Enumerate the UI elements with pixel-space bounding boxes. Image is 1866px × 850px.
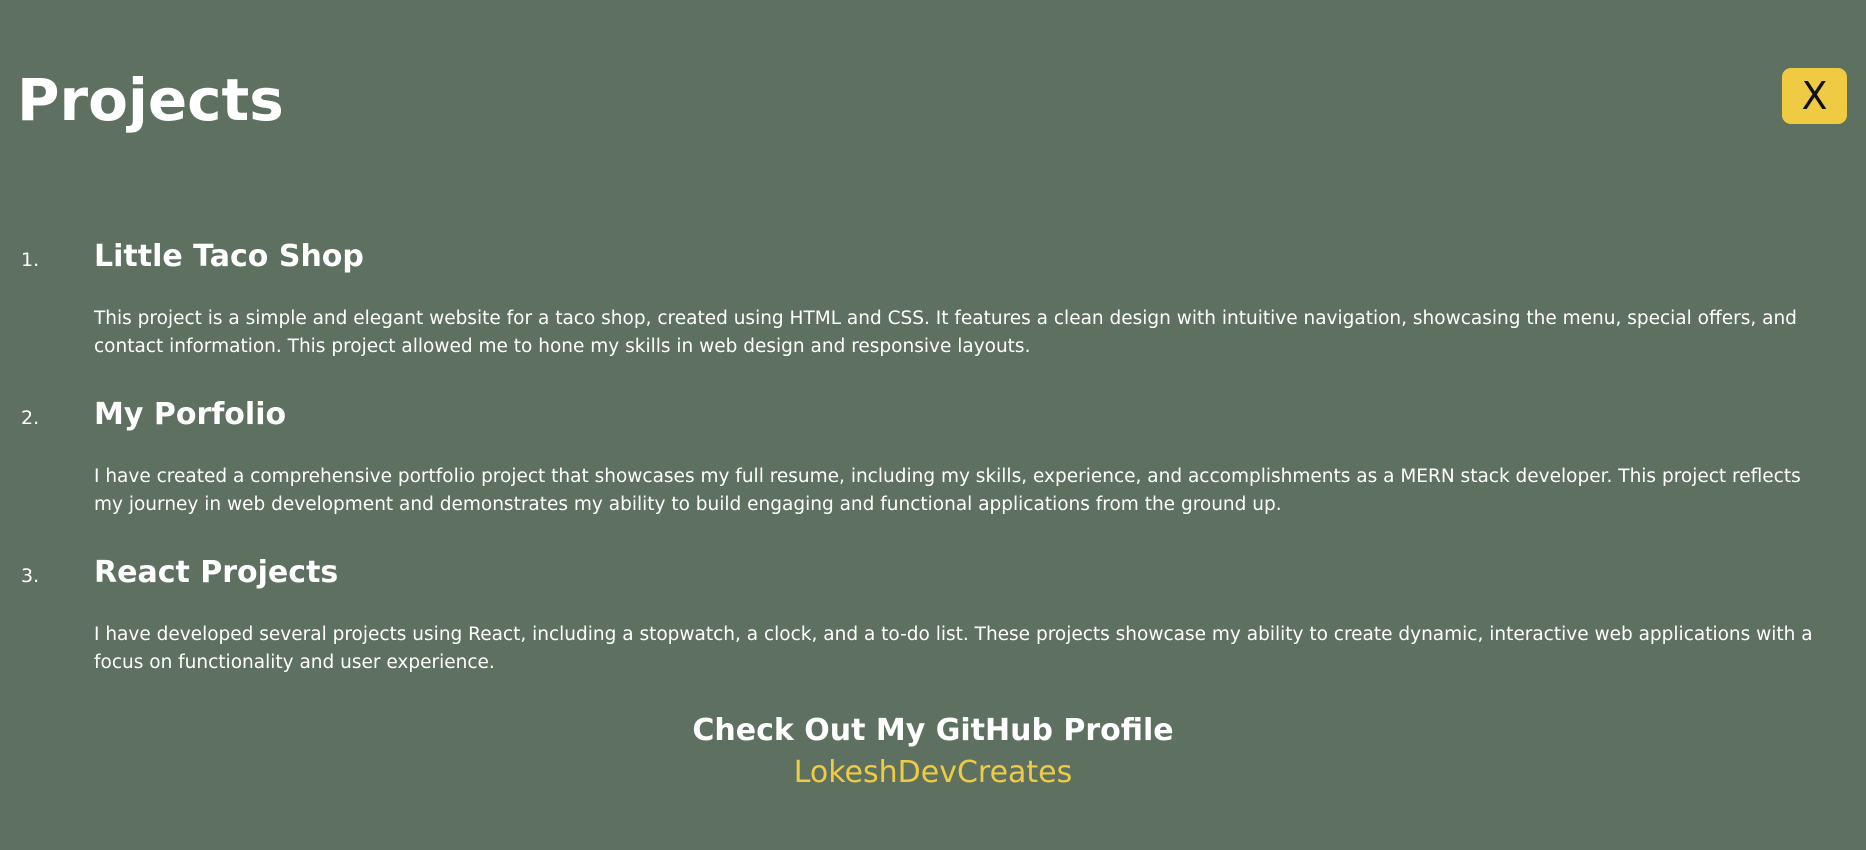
github-section: Check Out My GitHub Profile LokeshDevCre… — [0, 710, 1866, 794]
project-number: 1. — [21, 249, 40, 271]
project-description: I have developed several projects using … — [94, 624, 1813, 673]
project-title: Little Taco Shop — [94, 239, 364, 274]
github-profile-link[interactable]: LokeshDevCreates — [794, 752, 1073, 794]
project-title: React Projects — [94, 555, 339, 590]
project-number: 2. — [21, 407, 40, 429]
project-description: This project is a simple and elegant web… — [94, 308, 1797, 357]
project-title: My Porfolio — [94, 397, 287, 432]
project-description: I have created a comprehensive portfolio… — [94, 466, 1801, 515]
project-list: 1. Little Taco Shop This project is a si… — [0, 232, 1866, 706]
close-button[interactable]: X — [1782, 68, 1847, 124]
project-item-little-taco-shop: 1. Little Taco Shop This project is a si… — [0, 232, 1866, 390]
github-heading: Check Out My GitHub Profile — [692, 713, 1174, 748]
project-number: 3. — [21, 565, 40, 587]
project-item-react-projects: 3. React Projects I have developed sever… — [0, 548, 1866, 706]
project-item-my-porfolio: 2. My Porfolio I have created a comprehe… — [0, 390, 1866, 548]
page-title: Projects — [17, 66, 284, 134]
